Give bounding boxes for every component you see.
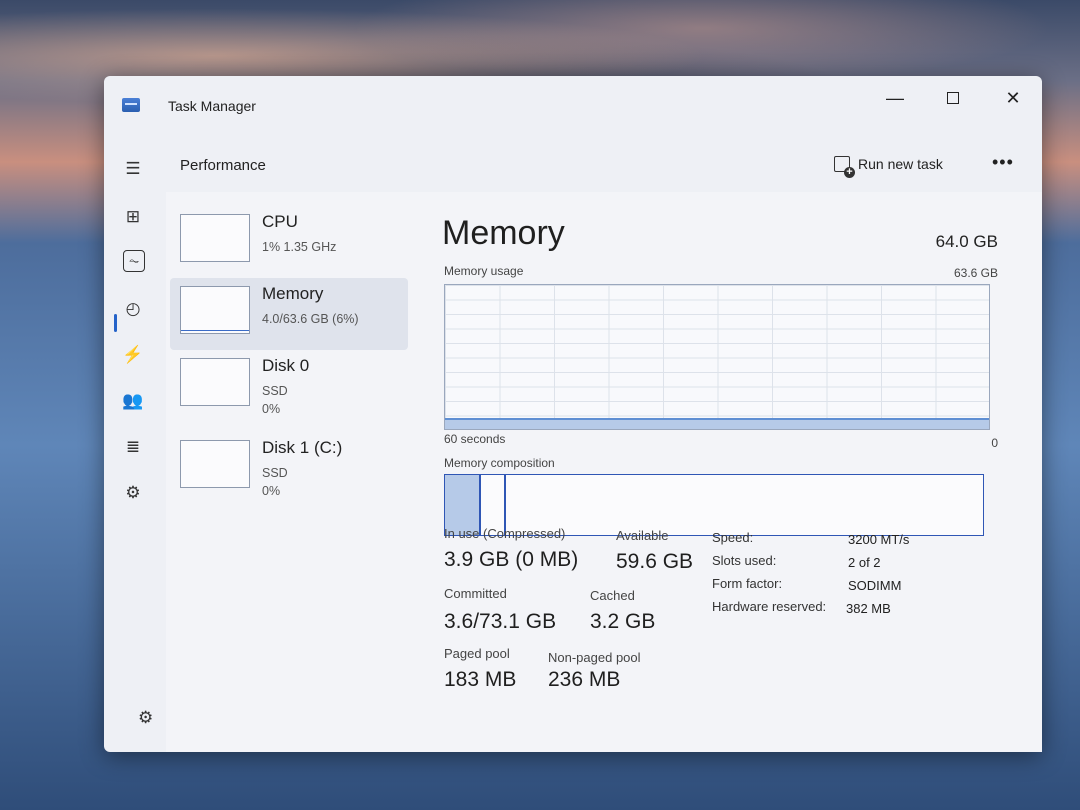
in-use-value: 3.9 GB (0 MB) [444, 548, 579, 571]
run-new-task-button[interactable]: Run new task [834, 156, 943, 178]
cached-label: Cached [590, 588, 635, 603]
committed-value: 3.6/73.1 GB [444, 610, 557, 633]
settings-icon[interactable]: ⚙ [138, 708, 153, 728]
maximize-icon [947, 92, 959, 104]
performance-content: CPU 1% 1.35 GHz Memory 4.0/63.6 GB (6%) … [166, 192, 1042, 752]
memory-usage-fill [445, 418, 989, 429]
device-thumbnail [180, 214, 250, 262]
non-paged-pool-label: Non-paged pool [548, 650, 641, 665]
hamburger-menu-icon[interactable]: ☰ [120, 156, 146, 182]
task-manager-app-icon [122, 98, 140, 112]
non-paged-pool-value: 236 MB [548, 668, 621, 691]
hardware-reserved-label: Hardware reserved: [712, 599, 827, 614]
slots-used-label: Slots used: [712, 553, 777, 568]
memory-title: Memory [442, 214, 565, 252]
slots-used-value: 2 of 2 [848, 555, 881, 570]
device-item-cpu[interactable]: CPU 1% 1.35 GHz [170, 206, 408, 278]
paged-pool-value: 183 MB [444, 668, 517, 691]
device-detail: 4.0/63.6 GB (6%) [262, 312, 359, 326]
device-detail: 1% 1.35 GHz [262, 240, 337, 254]
device-list: CPU 1% 1.35 GHz Memory 4.0/63.6 GB (6%) … [166, 192, 408, 752]
more-options-button[interactable]: ••• [992, 152, 1014, 173]
device-name: CPU [262, 212, 298, 231]
form-factor-value: SODIMM [848, 578, 902, 593]
memory-total: 64.0 GB [935, 232, 998, 251]
device-usage: 0% [262, 402, 281, 416]
paged-pool-label: Paged pool [444, 646, 510, 661]
in-use-label: In use (Compressed) [444, 526, 566, 541]
startup-apps-icon[interactable]: ⚡ [120, 342, 146, 368]
committed-label: Committed [444, 586, 507, 601]
services-icon[interactable]: ⚙ [120, 480, 146, 506]
device-name: Disk 1 (C:) [262, 438, 343, 457]
form-factor-label: Form factor: [712, 576, 783, 591]
hardware-reserved-value: 382 MB [846, 601, 891, 616]
speed-label: Speed: [712, 530, 754, 545]
details-icon[interactable]: ≣ [120, 434, 146, 460]
nav-active-indicator [114, 314, 117, 332]
device-usage: 0% [262, 484, 281, 498]
memory-panel: Memory 64.0 GB Memory usage 63.6 GB 60 s… [438, 192, 998, 752]
available-value: 59.6 GB [616, 550, 694, 573]
graph-time-label: 60 seconds [444, 432, 506, 446]
memory-usage-label: Memory usage [444, 264, 524, 278]
title-bar: Task Manager — ✕ [104, 76, 1042, 136]
maximize-button[interactable] [928, 82, 978, 114]
performance-icon[interactable]: ⏦ [123, 250, 145, 272]
memory-composition-label: Memory composition [444, 456, 555, 470]
graph-zero-label: 0 [991, 436, 998, 450]
page-header: Performance Run new task ••• [166, 136, 1042, 193]
memory-usage-graph [444, 284, 990, 430]
memory-graph-max: 63.6 GB [953, 266, 998, 280]
users-icon[interactable]: 👥 [120, 388, 146, 414]
app-history-icon[interactable]: ◴ [120, 296, 146, 322]
device-item-disk-0[interactable]: Disk 0 SSD 0% [170, 350, 408, 422]
close-button[interactable]: ✕ [988, 82, 1038, 114]
run-new-task-label: Run new task [858, 156, 943, 172]
device-thumbnail [180, 286, 250, 334]
navigation-rail: ☰ ⊞ ⏦ ◴ ⚡ 👥 ≣ ⚙ [104, 136, 166, 752]
window-title: Task Manager [168, 98, 256, 114]
processes-icon[interactable]: ⊞ [120, 204, 146, 230]
page-title: Performance [180, 157, 266, 174]
run-task-icon [834, 156, 855, 178]
device-item-memory[interactable]: Memory 4.0/63.6 GB (6%) [170, 278, 408, 350]
device-item-disk-1[interactable]: Disk 1 (C:) SSD 0% [170, 432, 408, 504]
cached-value: 3.2 GB [590, 610, 656, 633]
speed-value: 3200 MT/s [848, 532, 910, 547]
device-thumbnail [180, 440, 250, 488]
device-type: SSD [262, 384, 288, 398]
device-thumbnail [180, 358, 250, 406]
task-manager-window: Task Manager — ✕ ☰ ⊞ ⏦ ◴ ⚡ 👥 ≣ ⚙ Perform… [104, 76, 1042, 752]
device-name: Disk 0 [262, 356, 310, 375]
device-name: Memory [262, 284, 324, 303]
device-type: SSD [262, 466, 288, 480]
minimize-button[interactable]: — [870, 82, 920, 114]
available-label: Available [616, 528, 669, 543]
